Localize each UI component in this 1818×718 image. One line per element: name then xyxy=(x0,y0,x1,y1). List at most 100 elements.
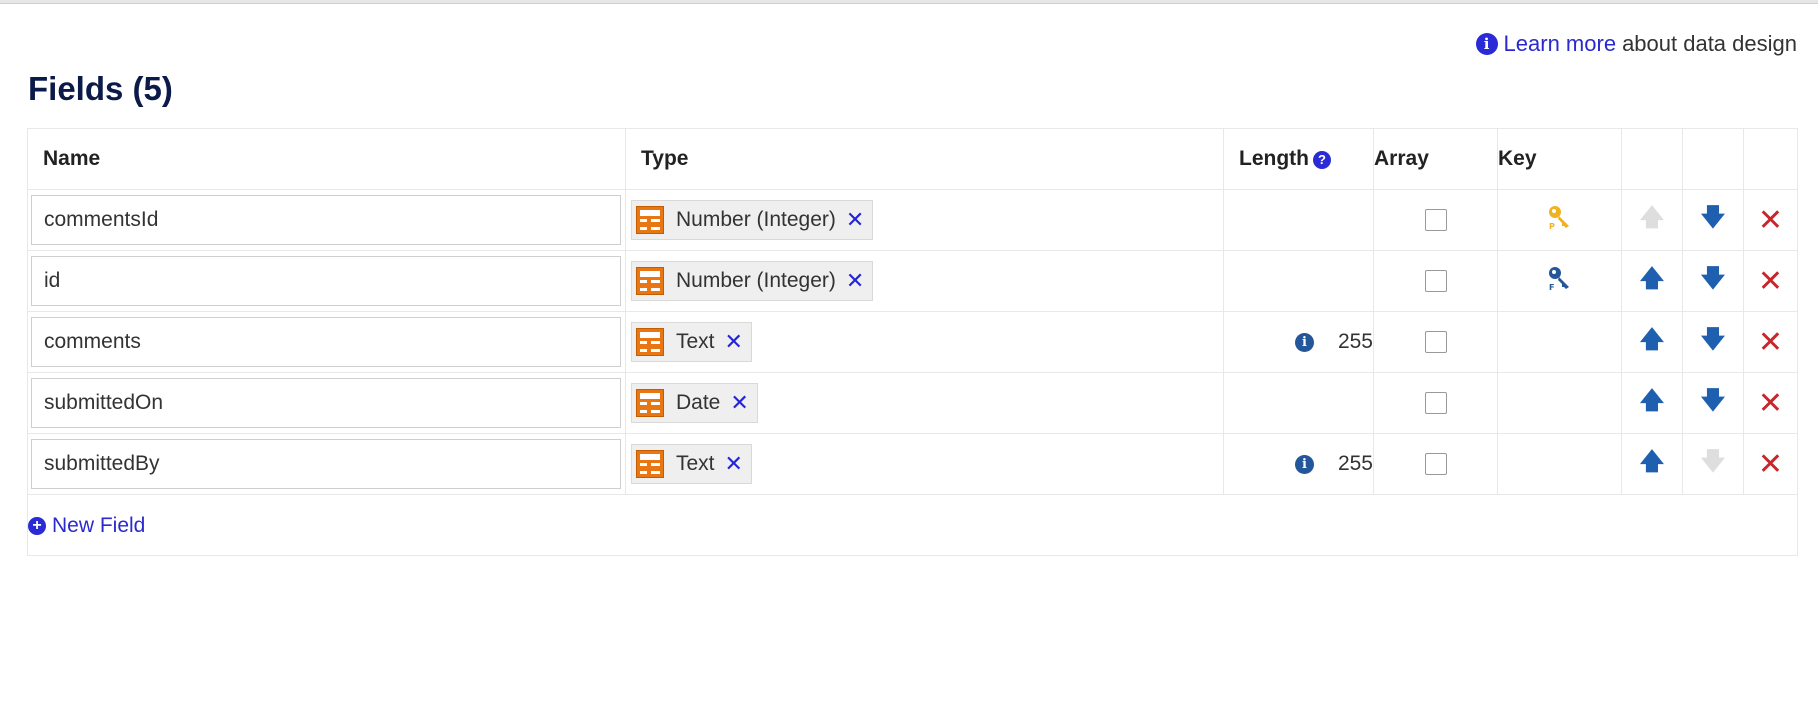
move-down-cell: 🡇 xyxy=(1682,433,1744,495)
field-type-icon xyxy=(636,389,664,417)
length-info-icon[interactable]: i xyxy=(1294,454,1314,474)
array-cell xyxy=(1373,189,1498,251)
new-field-label: New Field xyxy=(52,514,146,537)
array-cell xyxy=(1373,372,1498,434)
move-up-cell: 🡅 xyxy=(1621,372,1683,434)
question-circle-icon[interactable]: ? xyxy=(1312,150,1331,169)
length-value: 255 xyxy=(1337,452,1373,475)
type-chip[interactable]: Date ✕ xyxy=(631,383,758,423)
header-length: Length? xyxy=(1223,128,1374,190)
arrow-up-icon[interactable]: 🡅 xyxy=(1640,326,1665,353)
arrow-down-icon[interactable]: 🡇 xyxy=(1701,448,1726,475)
array-checkbox[interactable] xyxy=(1424,392,1447,415)
length-cell: i 255 xyxy=(1223,433,1374,495)
learn-more-suffix: about data design xyxy=(1622,31,1797,56)
key-cell: P xyxy=(1497,189,1622,251)
field-type-icon xyxy=(636,328,664,356)
arrow-up-icon[interactable]: 🡅 xyxy=(1640,387,1665,414)
field-type-icon xyxy=(636,206,664,234)
field-name-input[interactable] xyxy=(31,256,621,306)
type-label: Text xyxy=(676,330,715,353)
length-cell xyxy=(1223,250,1374,312)
header-delete xyxy=(1743,128,1798,190)
plus-circle-icon: + xyxy=(28,517,46,535)
arrow-up-icon[interactable]: 🡅 xyxy=(1640,448,1665,475)
name-cell xyxy=(27,250,626,312)
close-x-icon[interactable]: ✕ xyxy=(846,207,864,233)
name-cell xyxy=(27,311,626,373)
delete-x-icon[interactable]: ✕ xyxy=(1758,326,1783,359)
header-key: Key xyxy=(1497,128,1622,190)
arrow-down-icon[interactable]: 🡇 xyxy=(1701,265,1726,292)
field-name-input[interactable] xyxy=(31,378,621,428)
top-border xyxy=(0,0,1818,4)
array-checkbox[interactable] xyxy=(1424,270,1447,293)
primary-key-icon[interactable]: P xyxy=(1547,204,1573,236)
close-x-icon[interactable]: ✕ xyxy=(730,390,748,416)
delete-cell: ✕ xyxy=(1743,250,1798,312)
field-type-icon xyxy=(636,450,664,478)
arrow-up-icon[interactable]: 🡅 xyxy=(1640,204,1665,231)
length-value: 255 xyxy=(1337,330,1373,353)
header-array: Array xyxy=(1373,128,1498,190)
array-checkbox[interactable] xyxy=(1424,453,1447,476)
header-move-down xyxy=(1682,128,1744,190)
close-x-icon[interactable]: ✕ xyxy=(846,268,864,294)
delete-x-icon[interactable]: ✕ xyxy=(1758,448,1783,481)
array-checkbox[interactable] xyxy=(1424,331,1447,354)
delete-x-icon[interactable]: ✕ xyxy=(1758,204,1783,237)
field-name-input[interactable] xyxy=(31,317,621,367)
type-chip[interactable]: Text ✕ xyxy=(631,444,752,484)
header-length-label: Length xyxy=(1239,147,1309,170)
arrow-up-icon[interactable]: 🡅 xyxy=(1640,265,1665,292)
name-cell xyxy=(27,189,626,251)
new-field-cell: + New Field xyxy=(27,494,1798,556)
key-cell: F xyxy=(1497,250,1622,312)
learn-more-link[interactable]: Learn more xyxy=(1504,31,1617,57)
name-cell xyxy=(27,372,626,434)
arrow-down-icon[interactable]: 🡇 xyxy=(1701,326,1726,353)
learn-more-link-group: i Learn more about data design xyxy=(1475,31,1797,57)
move-up-cell: 🡅 xyxy=(1621,250,1683,312)
type-label: Text xyxy=(676,452,715,475)
move-down-cell: 🡇 xyxy=(1682,372,1744,434)
length-info-icon[interactable]: i xyxy=(1294,332,1314,352)
fields-table: Name Type Length? Array Key Number (Inte… xyxy=(27,128,1798,556)
table-row: Text ✕ i 255 🡅 🡇 ✕ xyxy=(27,433,1798,495)
foreign-key-icon[interactable]: F xyxy=(1547,265,1573,297)
move-up-cell: 🡅 xyxy=(1621,189,1683,251)
close-x-icon[interactable]: ✕ xyxy=(725,329,743,355)
new-field-button[interactable]: + New Field xyxy=(28,514,145,538)
move-down-cell: 🡇 xyxy=(1682,311,1744,373)
array-checkbox[interactable] xyxy=(1424,209,1447,232)
table-row: Number (Integer) ✕ P 🡅 🡇 ✕ xyxy=(27,189,1798,251)
arrow-down-icon[interactable]: 🡇 xyxy=(1701,204,1726,231)
array-cell xyxy=(1373,433,1498,495)
array-cell xyxy=(1373,311,1498,373)
type-chip[interactable]: Text ✕ xyxy=(631,322,752,362)
key-cell xyxy=(1497,311,1622,373)
page-title: Fields (5) xyxy=(28,70,173,107)
delete-cell: ✕ xyxy=(1743,372,1798,434)
delete-x-icon[interactable]: ✕ xyxy=(1758,387,1783,420)
array-cell xyxy=(1373,250,1498,312)
delete-cell: ✕ xyxy=(1743,189,1798,251)
move-down-cell: 🡇 xyxy=(1682,250,1744,312)
header-type: Type xyxy=(625,128,1224,190)
key-cell xyxy=(1497,433,1622,495)
close-x-icon[interactable]: ✕ xyxy=(725,451,743,477)
field-name-input[interactable] xyxy=(31,195,621,245)
move-up-cell: 🡅 xyxy=(1621,433,1683,495)
delete-cell: ✕ xyxy=(1743,311,1798,373)
header-name: Name xyxy=(27,128,626,190)
table-row: Number (Integer) ✕ F 🡅 🡇 ✕ xyxy=(27,250,1798,312)
delete-x-icon[interactable]: ✕ xyxy=(1758,265,1783,298)
field-name-input[interactable] xyxy=(31,439,621,489)
arrow-down-icon[interactable]: 🡇 xyxy=(1701,387,1726,414)
header-move-up xyxy=(1621,128,1683,190)
length-cell: i 255 xyxy=(1223,311,1374,373)
type-chip[interactable]: Number (Integer) ✕ xyxy=(631,261,874,301)
type-chip[interactable]: Number (Integer) ✕ xyxy=(631,200,874,240)
info-icon: i xyxy=(1475,33,1498,55)
length-cell xyxy=(1223,372,1374,434)
